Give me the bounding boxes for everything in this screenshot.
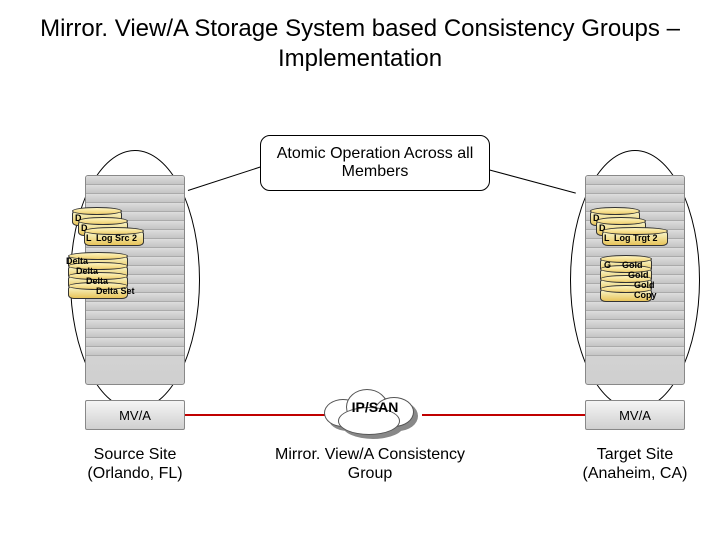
src-d-fragment-2: D	[81, 223, 88, 233]
atomic-caption-box: Atomic Operation Across all Members	[260, 135, 490, 191]
tgt-l-prefix: L	[604, 233, 610, 243]
connector-atomic-left	[188, 165, 264, 191]
consistency-group-label: Mirror. View/A Consistency Group	[230, 445, 510, 483]
log-trgt-label: Log Trgt 2	[614, 233, 658, 243]
atomic-caption: Atomic Operation Across all Members	[261, 145, 489, 181]
log-src-label: Log Src 2	[96, 233, 137, 243]
ip-san-cloud-icon: IP/SAN	[320, 385, 430, 440]
src-d-fragment-1: D	[75, 213, 82, 223]
src-l-prefix: L	[86, 233, 92, 243]
tgt-g-prefix: G	[604, 260, 611, 270]
source-mv-label: MV/A	[119, 408, 151, 423]
source-mv-badge: MV/A	[85, 400, 185, 430]
link-line-right	[422, 414, 585, 416]
source-site-label: Source Site (Orlando, FL)	[65, 445, 205, 483]
target-mv-label: MV/A	[619, 408, 651, 423]
tgt-d-fragment-1: D	[593, 213, 600, 223]
ip-san-label: IP/SAN	[320, 399, 430, 415]
gold-labels: Gold Gold Gold Copy	[622, 260, 657, 300]
target-site-label: Target Site (Anaheim, CA)	[565, 445, 705, 483]
tgt-d-fragment-2: D	[599, 223, 606, 233]
page-title: Mirror. View/A Storage System based Cons…	[0, 0, 720, 74]
connector-atomic-right	[484, 168, 576, 194]
delta-labels: Delta Delta Delta Delta Set	[66, 256, 135, 296]
link-line-left	[185, 414, 330, 416]
target-mv-badge: MV/A	[585, 400, 685, 430]
